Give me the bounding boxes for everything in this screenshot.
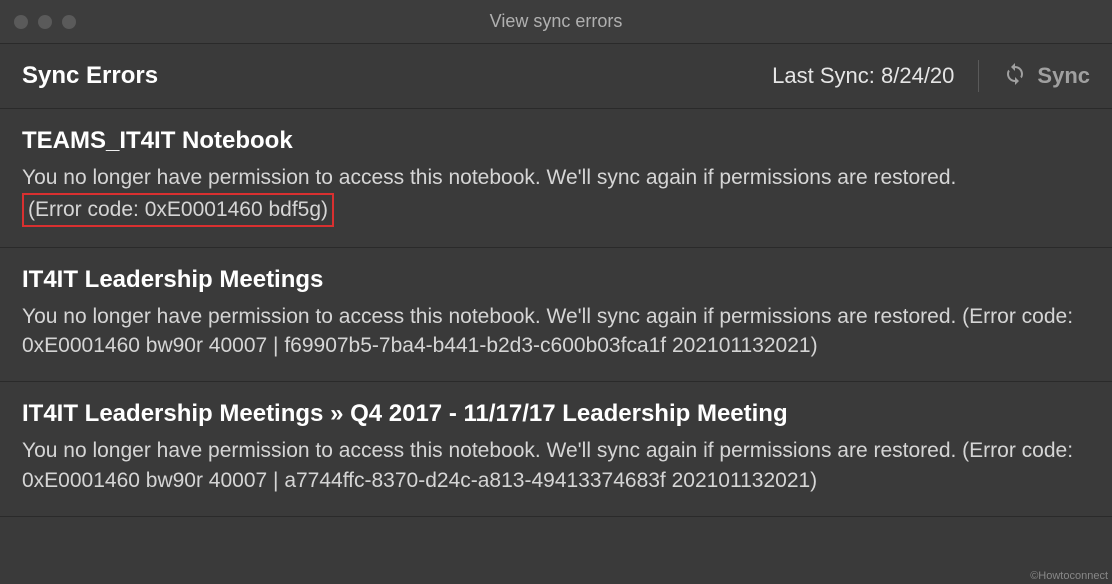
error-title: IT4IT Leadership Meetings » Q4 2017 - 11…	[22, 400, 1090, 428]
header-bar: Sync Errors Last Sync: 8/24/20 Sync	[0, 44, 1112, 109]
page-title: Sync Errors	[22, 62, 158, 90]
divider	[978, 60, 979, 92]
close-window-button[interactable]	[14, 15, 28, 29]
window-controls	[14, 15, 76, 29]
error-description: You no longer have permission to access …	[22, 163, 1090, 227]
sync-icon	[1003, 62, 1027, 91]
error-item[interactable]: TEAMS_IT4IT Notebook You no longer have …	[0, 109, 1112, 248]
error-title: IT4IT Leadership Meetings	[22, 266, 1090, 294]
sync-button-label: Sync	[1037, 63, 1090, 89]
last-sync-label: Last Sync: 8/24/20	[772, 63, 954, 89]
window-title: View sync errors	[490, 11, 623, 32]
minimize-window-button[interactable]	[38, 15, 52, 29]
error-desc-text: You no longer have permission to access …	[22, 305, 962, 328]
watermark: ©Howtoconnect	[1030, 570, 1108, 582]
error-description: You no longer have permission to access …	[22, 436, 1090, 496]
titlebar: View sync errors	[0, 0, 1112, 44]
maximize-window-button[interactable]	[62, 15, 76, 29]
error-list: TEAMS_IT4IT Notebook You no longer have …	[0, 109, 1112, 517]
error-code-highlight: (Error code: 0xE0001460 bdf5g)	[22, 193, 334, 227]
error-item[interactable]: IT4IT Leadership Meetings » Q4 2017 - 11…	[0, 382, 1112, 517]
header-right: Last Sync: 8/24/20 Sync	[772, 60, 1090, 92]
error-desc-text: You no longer have permission to access …	[22, 439, 962, 462]
error-desc-text: You no longer have permission to access …	[22, 166, 956, 189]
error-title: TEAMS_IT4IT Notebook	[22, 127, 1090, 155]
error-description: You no longer have permission to access …	[22, 302, 1090, 362]
error-item[interactable]: IT4IT Leadership Meetings You no longer …	[0, 248, 1112, 383]
sync-button[interactable]: Sync	[1003, 62, 1090, 91]
